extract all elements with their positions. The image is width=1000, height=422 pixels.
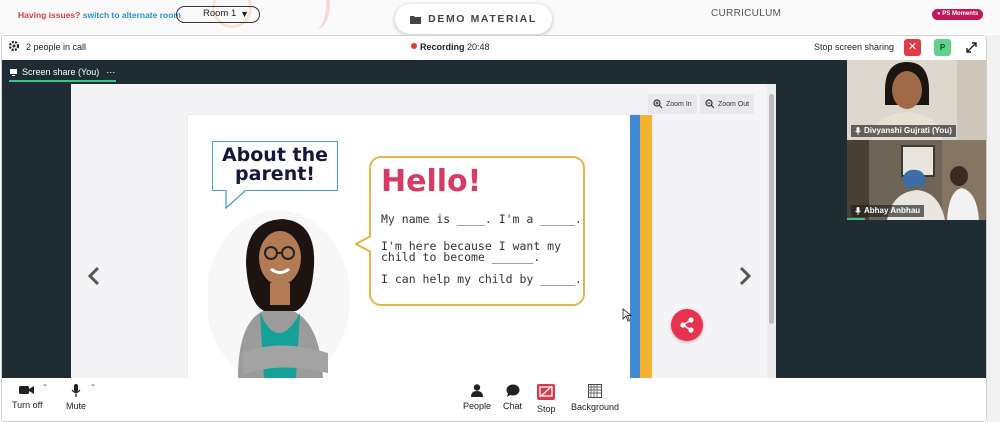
top-bar: Having issues? switch to alternate room …	[0, 0, 1000, 34]
decorative-arc	[300, 0, 330, 30]
camera-options-chevron-icon[interactable]: ⌄	[42, 380, 48, 388]
room-select[interactable]: Room 1 ▼	[176, 6, 260, 23]
mic-options-chevron-icon[interactable]: ⌄	[90, 380, 96, 388]
stop-share-icon	[537, 384, 556, 400]
mute-label: Mute	[66, 401, 87, 411]
microphone-icon	[855, 207, 861, 215]
background-label: Background	[571, 402, 620, 412]
alternate-room-link[interactable]: switch to alternate room	[83, 10, 181, 20]
content-scrollbar[interactable]	[767, 84, 776, 378]
hello-speech-bubble: Hello! My name is ____. I'm a _____. I'm…	[369, 156, 585, 306]
call-toolbar: Turn off ⌄ Mute ⌄ People Chat Stop Backg…	[2, 378, 986, 421]
gear-icon[interactable]	[8, 40, 20, 52]
people-label: People	[463, 401, 492, 411]
zoom-in-label: Zoom In	[666, 100, 692, 108]
issue-notice: Having issues? switch to alternate room	[18, 10, 181, 20]
expand-icon[interactable]	[963, 39, 980, 56]
chat-label: Chat	[503, 401, 523, 411]
next-slide-icon[interactable]	[738, 266, 752, 286]
participant-name-self: Divyanshi Gujrati (You)	[864, 126, 952, 135]
intro-line-name: My name is ____. I'm a _____.	[381, 212, 582, 226]
demo-material-label: DEMO MATERIAL	[428, 13, 537, 25]
camera-toggle-label: Turn off	[12, 400, 43, 410]
participant-tile-remote[interactable]: Abhay Anbhau	[847, 140, 986, 220]
hello-heading: Hello!	[381, 164, 482, 199]
recording-status: Recording 20:48	[411, 42, 490, 52]
folder-icon	[410, 15, 422, 24]
people-icon	[471, 384, 484, 397]
caret-down-icon: ▼	[240, 9, 249, 19]
more-options-icon[interactable]: ⋯	[106, 67, 115, 78]
stop-sharing-label[interactable]: Stop screen sharing	[814, 42, 894, 52]
presentation-slide: About the parent! Hello! My name is ____…	[188, 115, 652, 378]
mute-button[interactable]: Mute	[66, 384, 86, 411]
about-parent-heading: About the parent!	[212, 141, 338, 191]
people-count: 2 people in call	[26, 42, 87, 52]
background-blur-icon	[588, 384, 603, 398]
participant-tile-self[interactable]: Divyanshi Gujrati (You)	[847, 60, 986, 140]
bubble-tail-icon	[355, 235, 372, 253]
screen-share-tab-label: Screen share (You)	[22, 67, 100, 77]
share-button[interactable]	[671, 309, 703, 341]
intro-line-reason-2: child to become ______.	[381, 250, 541, 264]
camera-toggle-button[interactable]: Turn off	[12, 384, 43, 410]
people-button[interactable]: People	[463, 384, 491, 411]
recording-time: 20:48	[467, 42, 490, 52]
recording-label: Recording	[420, 42, 465, 52]
ps-moments-badge[interactable]: ● PS Moments	[932, 9, 984, 20]
ps-moments-label: PS Moments	[942, 11, 979, 17]
stop-sharing-short-label: Stop	[537, 404, 556, 414]
microphone-icon	[855, 127, 861, 135]
speaking-indicator	[847, 218, 865, 220]
zoom-out-label: Zoom Out	[718, 100, 750, 108]
call-header: 2 people in call Recording 20:48 Stop sc…	[2, 36, 986, 60]
mouse-cursor-icon	[622, 308, 632, 322]
slide-accent-orange	[640, 115, 652, 378]
intro-line-help: I can help my child by _____.	[381, 272, 582, 286]
app-root: Having issues? switch to alternate room …	[0, 0, 1000, 422]
curriculum-link[interactable]: CURRICULUM	[711, 8, 781, 19]
page-scrollbar[interactable]	[987, 35, 1000, 422]
chat-bubble-icon	[506, 384, 519, 397]
stop-sharing-close-button[interactable]: ✕	[904, 39, 921, 56]
participant-label-remote: Abhay Anbhau	[851, 205, 925, 217]
heading-line-2: parent!	[235, 163, 315, 185]
slide-accent-blue	[630, 115, 640, 378]
recording-dot-icon	[411, 43, 417, 49]
screen-icon	[10, 68, 17, 76]
zoom-out-icon	[705, 99, 715, 109]
zoom-out-button[interactable]: Zoom Out	[700, 94, 755, 114]
zoom-in-icon	[653, 99, 663, 109]
participant-avatar-button[interactable]: P	[934, 39, 951, 56]
room-select-value: Room 1	[203, 8, 237, 19]
active-tab-indicator	[9, 80, 116, 82]
share-icon	[680, 317, 694, 333]
content-scroll-thumb[interactable]	[769, 94, 774, 324]
issue-prefix: Having issues?	[18, 10, 81, 20]
video-camera-icon	[19, 386, 35, 394]
participant-name-remote: Abhay Anbhau	[864, 206, 921, 215]
chat-button[interactable]: Chat	[503, 384, 522, 411]
microphone-icon	[71, 384, 81, 397]
participant-videos: Divyanshi Gujrati (You) Abhay Anbhau	[847, 60, 986, 378]
screen-share-stage: Screen share (You) ⋯ Zoom In Zoom Out Ab…	[2, 60, 986, 378]
background-button[interactable]: Background	[571, 384, 619, 412]
parent-photo	[208, 210, 350, 378]
shared-content-area: Zoom In Zoom Out About the parent! Hello…	[71, 84, 776, 378]
camera-dot-icon: ●	[937, 11, 941, 17]
participant-label-self: Divyanshi Gujrati (You)	[851, 125, 956, 137]
zoom-in-button[interactable]: Zoom In	[648, 94, 697, 114]
demo-material-button[interactable]: DEMO MATERIAL	[395, 4, 552, 34]
screen-share-tab[interactable]: Screen share (You) ⋯	[9, 64, 115, 80]
stop-sharing-button[interactable]: Stop	[537, 384, 556, 414]
call-window: 2 people in call Recording 20:48 Stop sc…	[1, 35, 987, 422]
previous-slide-icon[interactable]	[87, 266, 101, 286]
